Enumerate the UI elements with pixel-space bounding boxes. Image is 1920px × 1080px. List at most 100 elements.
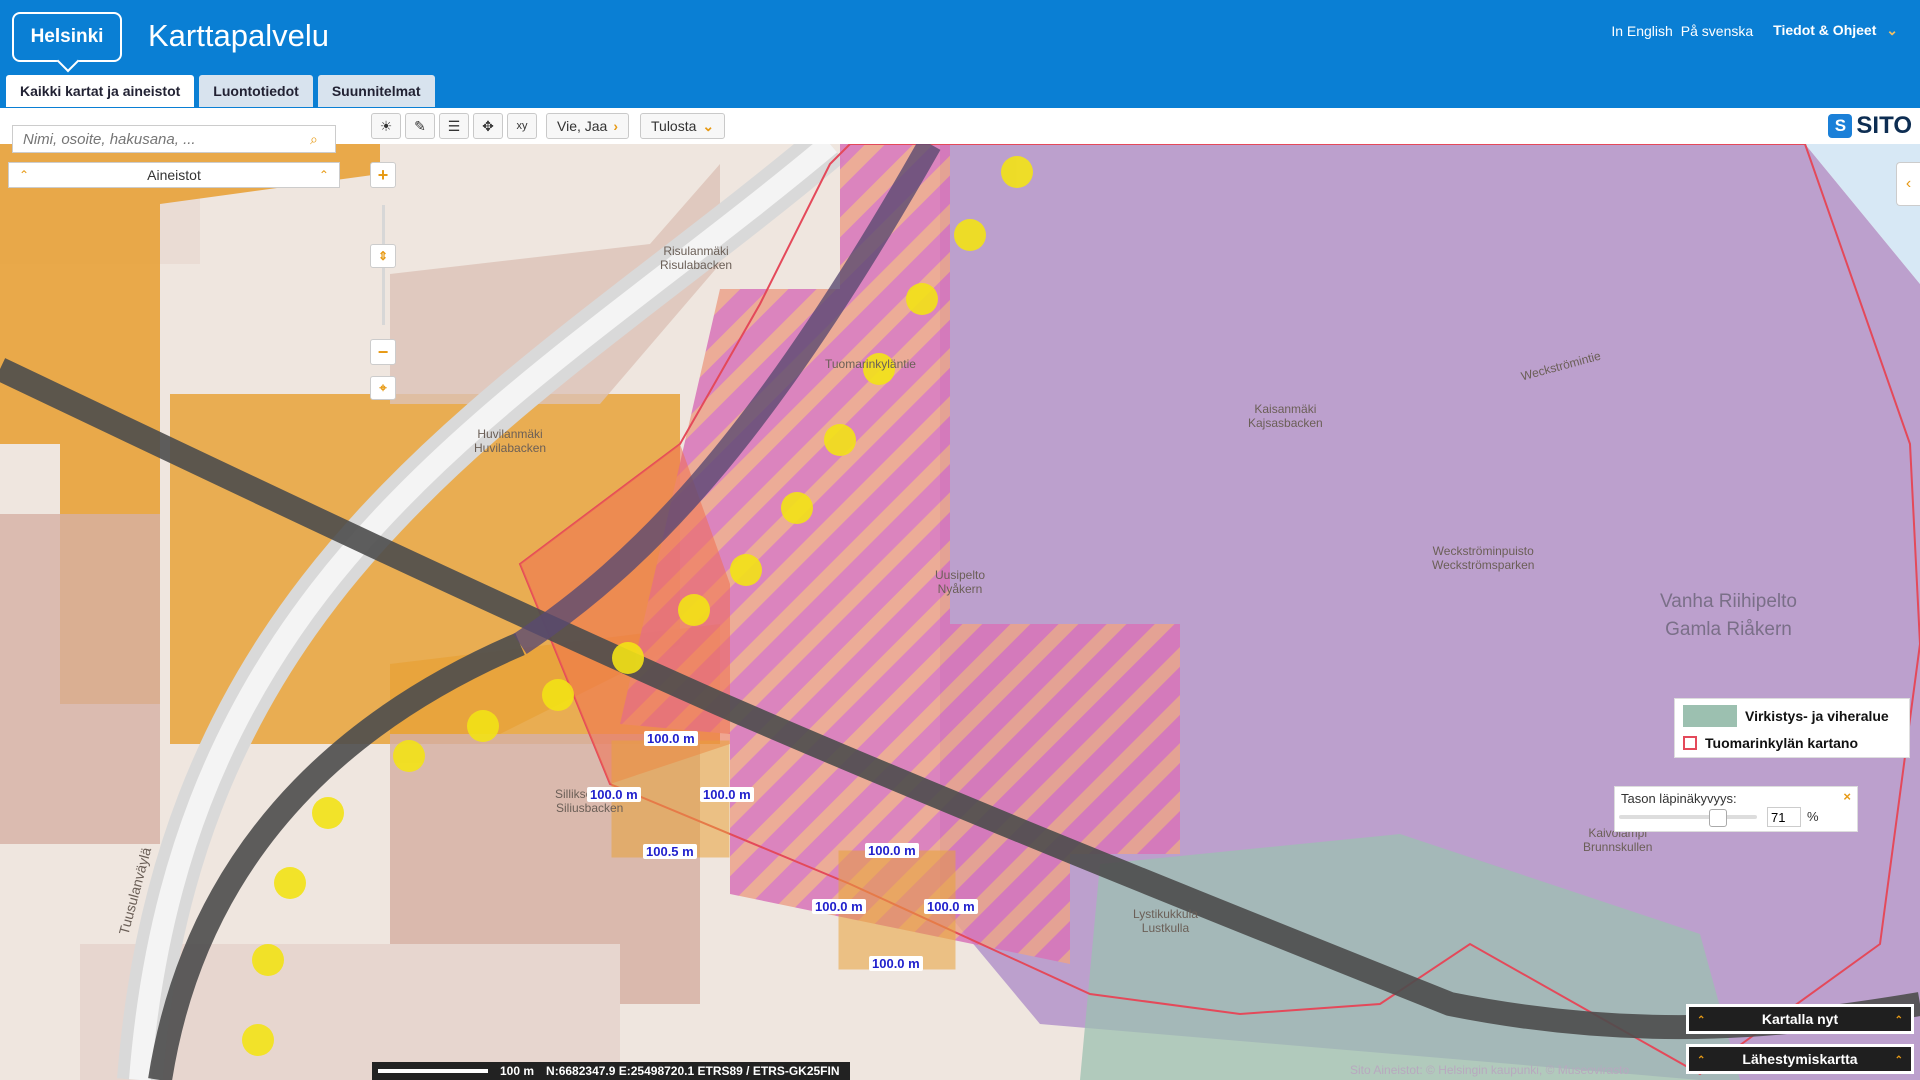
opacity-value-input[interactable] (1767, 807, 1801, 827)
map-legend: Virkistys- ja viheralue Tuomarinkylän ka… (1674, 698, 1910, 758)
place-name: Risulabacken (660, 258, 733, 272)
place-name: Kaisanmäki (1254, 402, 1317, 416)
print-button[interactable]: Tulosta ⌄ (640, 113, 726, 139)
map-now-panel[interactable]: ⌃ Kartalla nyt ⌃ (1686, 1004, 1914, 1034)
measurement-label: 100.0 m (644, 731, 698, 746)
close-icon[interactable]: × (1843, 789, 1851, 804)
layers-label: Aineistot (147, 167, 201, 183)
coordinates-readout: N:6682347.9 E:25498720.1 ETRS89 / ETRS-G… (546, 1064, 840, 1078)
sito-name: SITO (1856, 112, 1912, 139)
zoom-handle-icon[interactable]: ⇕ (370, 244, 396, 268)
area-label: Vanha Riihipelto Gamla Riåkern (1660, 588, 1797, 644)
chevron-up-icon: ⌃ (1894, 1055, 1903, 1066)
place-name: Siliusbacken (555, 801, 624, 815)
tab-plans[interactable]: Suunnitelmat (317, 75, 435, 107)
sito-mark-icon: S (1828, 114, 1853, 138)
place-name: Huvilabacken (474, 441, 547, 455)
measurement-label: 100.0 m (869, 956, 923, 971)
place-name: Kajsasbacken (1248, 416, 1323, 430)
legend-icon[interactable]: ☰ (439, 113, 469, 139)
measure-icon[interactable]: ✎ (405, 113, 435, 139)
main-tabs: Kaikki kartat ja aineistot Luontotiedot … (6, 75, 435, 107)
legend-swatch-green (1683, 705, 1737, 727)
place-name: Lustkulla (1141, 921, 1190, 935)
measurement-label: 100.0 m (587, 787, 641, 802)
place-name: Huvilanmäki (477, 427, 543, 441)
legend-item: Tuomarinkylän kartano (1683, 735, 1858, 751)
chevron-up-icon: ⌃ (19, 168, 30, 182)
place-label: Lystikukkula Lustkulla (1133, 907, 1198, 935)
place-name: Brunnskullen (1583, 840, 1653, 854)
measurement-label: 100.0 m (700, 787, 754, 802)
opacity-label: Tason läpinäkyvyys: (1621, 791, 1737, 806)
legend-swatch-red-outline (1683, 736, 1697, 750)
map-attribution: Sito Aineistot: © Helsingin kaupunki, © … (1350, 1063, 1630, 1077)
measurement-label: 100.0 m (924, 899, 978, 914)
lang-swedish-link[interactable]: På svenska (1681, 23, 1753, 39)
overview-map-label: Lähestymiskartta (1742, 1051, 1858, 1067)
road-label: Tuomarinkyläntie (825, 357, 916, 371)
chevron-up-icon: ⌃ (1894, 1015, 1903, 1026)
search-box: ⌕ (12, 125, 336, 153)
lang-english-link[interactable]: In English (1611, 23, 1672, 39)
tab-all-maps[interactable]: Kaikki kartat ja aineistot (6, 75, 195, 107)
sito-logo: S SITO (1828, 112, 1912, 140)
helsinki-logo[interactable]: Helsinki (12, 12, 122, 62)
place-name: Risulanmäki (663, 244, 729, 258)
place-label: Huvilanmäki Huvilabacken (474, 427, 546, 455)
place-label: Weckströminpuisto Weckströmsparken (1432, 544, 1534, 572)
search-icon[interactable]: ⌕ (310, 131, 318, 148)
opacity-slider[interactable] (1619, 815, 1757, 819)
print-label: Tulosta (651, 118, 697, 134)
place-name: Lystikukkula (1133, 907, 1198, 921)
pan-icon[interactable]: ✥ (473, 113, 503, 139)
chevron-up-icon: ⌃ (1697, 1055, 1706, 1066)
layer-opacity-control: Tason läpinäkyvyys: × % (1614, 786, 1858, 832)
share-button[interactable]: Vie, Jaa › (546, 113, 630, 139)
chevron-down-icon: ⌄ (1886, 22, 1898, 38)
place-name: Weckströmsparken (1432, 558, 1535, 572)
opacity-unit: % (1807, 809, 1819, 824)
map-layers (0, 144, 1920, 1080)
legend-item: Virkistys- ja viheralue (1683, 705, 1889, 727)
place-name: Weckströminpuisto (1432, 544, 1534, 558)
measurement-label: 100.0 m (865, 843, 919, 858)
tab-nature[interactable]: Luontotiedot (199, 75, 313, 107)
scale-bar (378, 1069, 488, 1073)
scale-label: 100 m (500, 1064, 535, 1078)
area-name: Vanha Riihipelto (1660, 591, 1797, 612)
chevron-up-icon: ⌃ (1697, 1015, 1706, 1026)
zoom-in-button[interactable]: + (370, 162, 396, 188)
legend-label: Virkistys- ja viheralue (1745, 708, 1889, 724)
opacity-slider-handle[interactable] (1708, 809, 1727, 827)
coordinates-icon[interactable]: xy (507, 113, 537, 139)
measurement-label: 100.5 m (643, 844, 697, 859)
place-label: Kaisanmäki Kajsasbacken (1248, 402, 1323, 430)
search-input[interactable] (21, 129, 310, 149)
zoom-out-button[interactable]: − (370, 339, 396, 365)
map-canvas[interactable]: Risulanmäki Risulabacken Huvilanmäki Huv… (0, 144, 1920, 1080)
app-header: Helsinki Karttapalvelu In English På sve… (0, 0, 1920, 108)
chevron-up-icon: ⌃ (318, 168, 329, 182)
measurement-label: 100.0 m (812, 899, 866, 914)
info-menu[interactable]: Tiedot & Ohjeet ⌄ (1773, 22, 1898, 39)
brown-zone-west (0, 514, 160, 844)
app-title: Karttapalvelu (148, 18, 329, 53)
side-panel-toggle[interactable]: ‹ (1896, 162, 1920, 206)
layers-dropdown[interactable]: ⌃ Aineistot ⌃ (8, 162, 340, 188)
map-now-label: Kartalla nyt (1761, 1011, 1839, 1027)
map-status-bar: 100 m N:6682347.9 E:25498720.1 ETRS89 / … (372, 1062, 850, 1080)
overview-map-panel[interactable]: ⌃ Lähestymiskartta ⌃ (1686, 1044, 1914, 1074)
share-label: Vie, Jaa (557, 118, 608, 134)
area-name: Gamla Riåkern (1665, 619, 1792, 640)
place-name: Nyåkern (937, 582, 983, 596)
place-label: Risulanmäki Risulabacken (660, 244, 732, 272)
chevron-right-icon: › (613, 118, 619, 134)
locate-icon[interactable]: ⌖ (370, 376, 396, 400)
header-links: In English På svenska Tiedot & Ohjeet ⌄ (1611, 22, 1898, 39)
info-menu-label: Tiedot & Ohjeet (1773, 22, 1877, 38)
legend-label: Tuomarinkylän kartano (1705, 735, 1859, 751)
place-label: Uusipelto Nyåkern (935, 568, 985, 596)
chevron-down-icon: ⌄ (702, 117, 715, 134)
light-icon[interactable]: ☀ (371, 113, 401, 139)
